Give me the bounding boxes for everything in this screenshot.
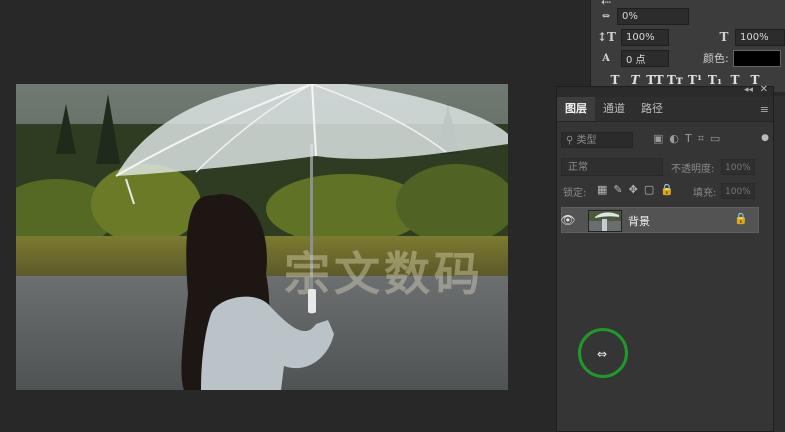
layer-thumbnail [588,210,622,232]
small-caps-button[interactable]: Tт [665,73,685,87]
underline-button[interactable]: T [725,73,745,87]
horizontal-scale-field[interactable]: 100% [735,28,785,46]
photo-girl-umbrella [16,84,508,390]
blend-mode-select[interactable]: 正常 [561,158,663,176]
opacity-label: 不透明度: [671,164,715,175]
fill-field[interactable]: 100% [721,183,755,199]
panel-scrollbar[interactable] [774,96,785,432]
character-panel: ⇠ ⇔ 0% ↕T 100% T 100% A 0 点 颜色: T T TT T… [590,0,785,92]
baseline-shift-field[interactable]: 0 点 [621,49,669,67]
superscript-button[interactable]: T¹ [685,73,705,87]
lock-options-icons[interactable]: ▦✎✥▢🔒 [597,183,680,196]
lock-label: 锁定: [563,188,587,199]
close-panel-icon[interactable]: ✕ [760,84,768,95]
tab-channels[interactable]: 通道 [595,97,633,121]
text-color-swatch[interactable] [732,49,781,67]
color-label: 颜色: [703,52,729,65]
visibility-eye-icon[interactable]: 👁 [560,213,576,227]
all-caps-button[interactable]: TT [645,73,665,87]
tracking-icon: ⇔ [601,10,611,22]
tracking-field[interactable]: 0% [617,7,689,25]
collapse-panel-icon[interactable]: ◂◂ [744,85,753,95]
filter-toggle-icon[interactable]: ● [761,133,769,143]
baseline-shift-icon: A [602,52,610,64]
panel-tabs: 图层 通道 路径 ≡ [557,97,773,122]
subscript-button[interactable]: T₁ [705,73,725,87]
blend-row: 正常 不透明度: 100% [557,155,773,177]
filter-row: ⚲ 类型 ▣◐T⌗▭ ● [557,129,773,151]
layer-name: 背景 [628,215,650,228]
layer-filter-select[interactable]: ⚲ 类型 [561,132,633,148]
layer-lock-icon: 🔒 [734,212,748,225]
panel-menu-icon[interactable]: ≡ [760,103,769,116]
search-icon: ⚲ [566,135,574,146]
tab-layers[interactable]: 图层 [557,97,595,121]
horizontal-scale-icon: T [719,30,729,44]
layers-panel: ◂◂ ✕ 图层 通道 路径 ≡ ⚲ 类型 ▣◐T⌗▭ ● 正常 不透明度: 10… [556,84,774,432]
filter-placeholder: 类型 [576,135,597,146]
layer-row-background[interactable]: 👁 背景 🔒 [560,207,759,233]
watermark-text: 宗文数码 [284,247,484,301]
document-canvas[interactable]: 宗文数码 [16,84,508,390]
vertical-scale-icon: ↕T [597,30,616,44]
opacity-field[interactable]: 100% [721,159,755,175]
filter-type-icons[interactable]: ▣◐T⌗▭ [653,132,726,146]
faux-italic-button[interactable]: T [625,73,645,87]
fill-label: 填充: [693,188,717,199]
tab-paths[interactable]: 路径 [633,97,671,121]
resize-cursor-icon: ⇔ [597,347,608,361]
lock-row: 锁定: ▦✎✥▢🔒 填充: 100% [557,179,773,201]
vertical-scale-field[interactable]: 100% [621,28,669,46]
faux-bold-button[interactable]: T [605,73,625,87]
panel-topbar: ◂◂ ✕ [557,84,773,97]
